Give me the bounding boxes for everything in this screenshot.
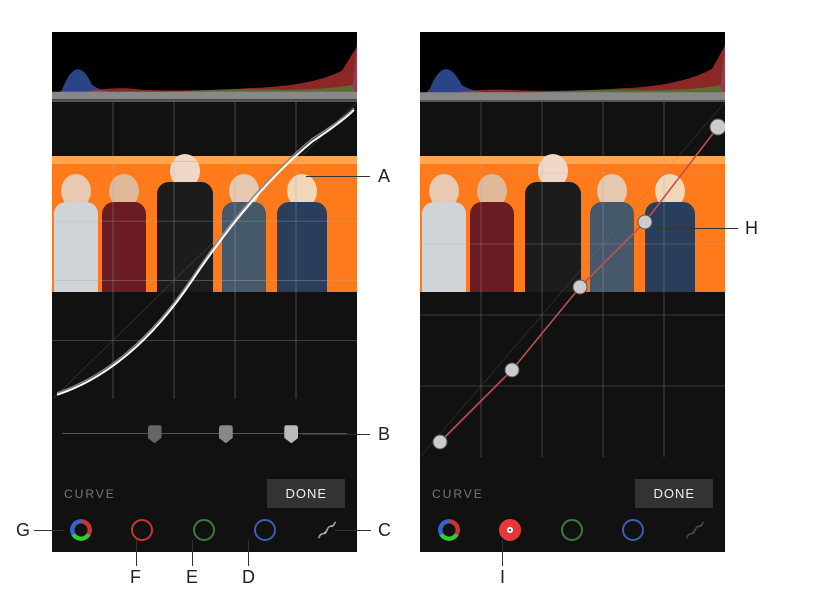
channel-green[interactable] <box>193 519 215 541</box>
diagram-stage: CURVE DONE <box>0 0 820 615</box>
callout-G: G <box>16 520 30 541</box>
channel-rgb[interactable] <box>438 519 460 541</box>
callout-D: D <box>242 567 255 588</box>
channel-red[interactable] <box>499 519 521 541</box>
callout-A: A <box>378 166 390 187</box>
curve-grid <box>420 102 725 457</box>
channel-blue[interactable] <box>622 519 644 541</box>
callout-E: E <box>186 567 198 588</box>
curve-edit-area[interactable] <box>420 102 725 457</box>
parametric-slider[interactable] <box>62 419 347 459</box>
callout-B: B <box>378 424 390 445</box>
histogram <box>420 32 725 102</box>
channel-green[interactable] <box>561 519 583 541</box>
slider-knob-highlights[interactable] <box>284 425 298 443</box>
channel-rgb[interactable] <box>70 519 92 541</box>
histogram <box>52 32 357 102</box>
tool-label: CURVE <box>64 487 116 501</box>
slider-knob-shadows[interactable] <box>148 425 162 443</box>
curve-edit-area[interactable] <box>52 102 357 400</box>
done-button[interactable]: DONE <box>267 479 345 508</box>
bottom-bar: CURVE DONE <box>52 469 357 552</box>
curve-panel-right: CURVE DONE <box>420 32 725 552</box>
channel-blue[interactable] <box>254 519 276 541</box>
curve-grid <box>52 102 357 400</box>
callout-I: I <box>500 567 505 588</box>
callout-H: H <box>745 218 758 239</box>
slider-knob-mids[interactable] <box>219 425 233 443</box>
parametric-icon[interactable] <box>683 518 707 542</box>
curve-panel-left: CURVE DONE <box>52 32 357 552</box>
callout-F: F <box>130 567 141 588</box>
channel-red[interactable] <box>131 519 153 541</box>
done-button[interactable]: DONE <box>635 479 713 508</box>
bottom-bar: CURVE DONE <box>420 469 725 552</box>
callout-C: C <box>378 520 391 541</box>
tool-label: CURVE <box>432 487 484 501</box>
